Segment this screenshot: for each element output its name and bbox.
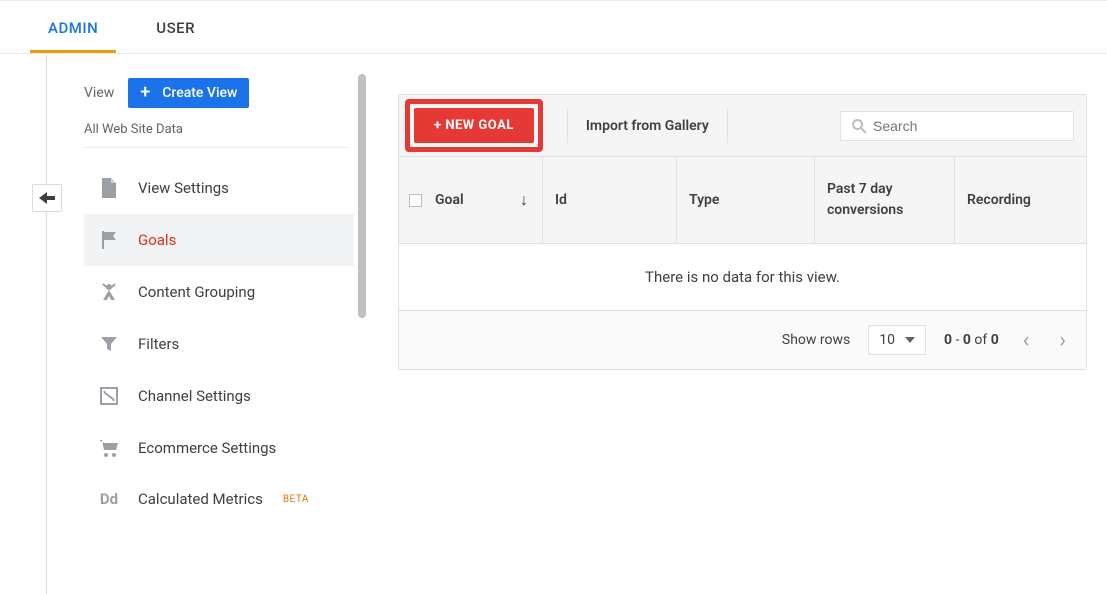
- col-goal-label: Goal: [435, 192, 464, 208]
- admin-tabs: ADMIN USER: [0, 1, 1107, 54]
- sidebar-item-label: Filters: [138, 335, 179, 353]
- page-icon: [98, 178, 120, 198]
- scrollbar-thumb[interactable]: [358, 74, 366, 318]
- sidebar-item-content-grouping[interactable]: Content Grouping: [84, 266, 354, 318]
- view-sidebar: View + Create View All Web Site Data Vie…: [66, 54, 366, 594]
- chevron-down-icon: [905, 337, 915, 343]
- sidebar-item-filters[interactable]: Filters: [84, 318, 354, 370]
- import-from-gallery-link[interactable]: Import from Gallery: [586, 118, 709, 134]
- channel-icon: [98, 386, 120, 406]
- tab-admin[interactable]: ADMIN: [30, 1, 116, 53]
- back-arrow-icon: [39, 192, 55, 204]
- rows-value: 10: [879, 332, 895, 348]
- table-header-row: Goal ↓ Id Type Past 7 day conversions Re…: [399, 157, 1086, 244]
- view-selector[interactable]: All Web Site Data: [84, 120, 348, 148]
- prev-page-button[interactable]: ‹: [1017, 328, 1036, 353]
- next-page-button[interactable]: ›: [1053, 328, 1072, 353]
- col-goal[interactable]: Goal ↓: [423, 157, 543, 243]
- search-input[interactable]: [873, 118, 1063, 134]
- back-button[interactable]: [32, 184, 62, 212]
- select-all-checkbox[interactable]: [409, 194, 422, 207]
- sidebar-item-ecommerce-settings[interactable]: Ecommerce Settings: [84, 422, 354, 474]
- breadcrumb-line: [46, 54, 47, 594]
- sidebar-item-label: Content Grouping: [138, 283, 255, 301]
- create-view-label: Create View: [162, 85, 237, 101]
- flag-icon: [98, 230, 120, 250]
- col-past7[interactable]: Past 7 day conversions: [815, 157, 955, 243]
- pagination-range: 0 - 0 of 0: [944, 332, 999, 348]
- cart-icon: [98, 438, 120, 458]
- sidebar-item-goals[interactable]: Goals: [84, 214, 354, 266]
- show-rows-label: Show rows: [782, 332, 850, 348]
- search-icon: [851, 118, 867, 134]
- divider: [567, 109, 568, 143]
- sort-arrow-icon: ↓: [520, 190, 528, 210]
- dd-icon: Dd: [98, 490, 120, 508]
- sidebar-item-label: Channel Settings: [138, 387, 251, 405]
- divider: [727, 109, 728, 143]
- new-goal-button[interactable]: + NEW GOAL: [414, 108, 534, 143]
- view-label: View: [84, 85, 114, 101]
- col-type[interactable]: Type: [677, 157, 815, 243]
- sidebar-item-view-settings[interactable]: View Settings: [84, 162, 354, 214]
- empty-state: There is no data for this view.: [399, 244, 1086, 311]
- sidebar-item-label: Ecommerce Settings: [138, 439, 276, 457]
- sidebar-item-label: Calculated Metrics: [138, 490, 263, 508]
- col-recording[interactable]: Recording: [955, 157, 1086, 243]
- highlight-annotation: + NEW GOAL: [405, 99, 543, 152]
- sidebar-item-label: View Settings: [138, 179, 229, 197]
- rows-per-page-select[interactable]: 10: [868, 325, 926, 355]
- sidebar-item-label: Goals: [138, 231, 176, 249]
- tab-user[interactable]: USER: [138, 1, 213, 53]
- sidebar-item-calculated-metrics[interactable]: Dd Calculated Metrics BETA: [84, 474, 354, 524]
- funnel-icon: [98, 334, 120, 354]
- plus-icon: +: [136, 84, 154, 102]
- person-merge-icon: [98, 282, 120, 302]
- beta-badge: BETA: [283, 494, 309, 505]
- goals-panel: + NEW GOAL Import from Gallery Goal ↓ Id…: [398, 94, 1087, 370]
- sidebar-item-channel-settings[interactable]: Channel Settings: [84, 370, 354, 422]
- search-field[interactable]: [840, 111, 1074, 141]
- col-id[interactable]: Id: [543, 157, 677, 243]
- create-view-button[interactable]: + Create View: [128, 78, 249, 108]
